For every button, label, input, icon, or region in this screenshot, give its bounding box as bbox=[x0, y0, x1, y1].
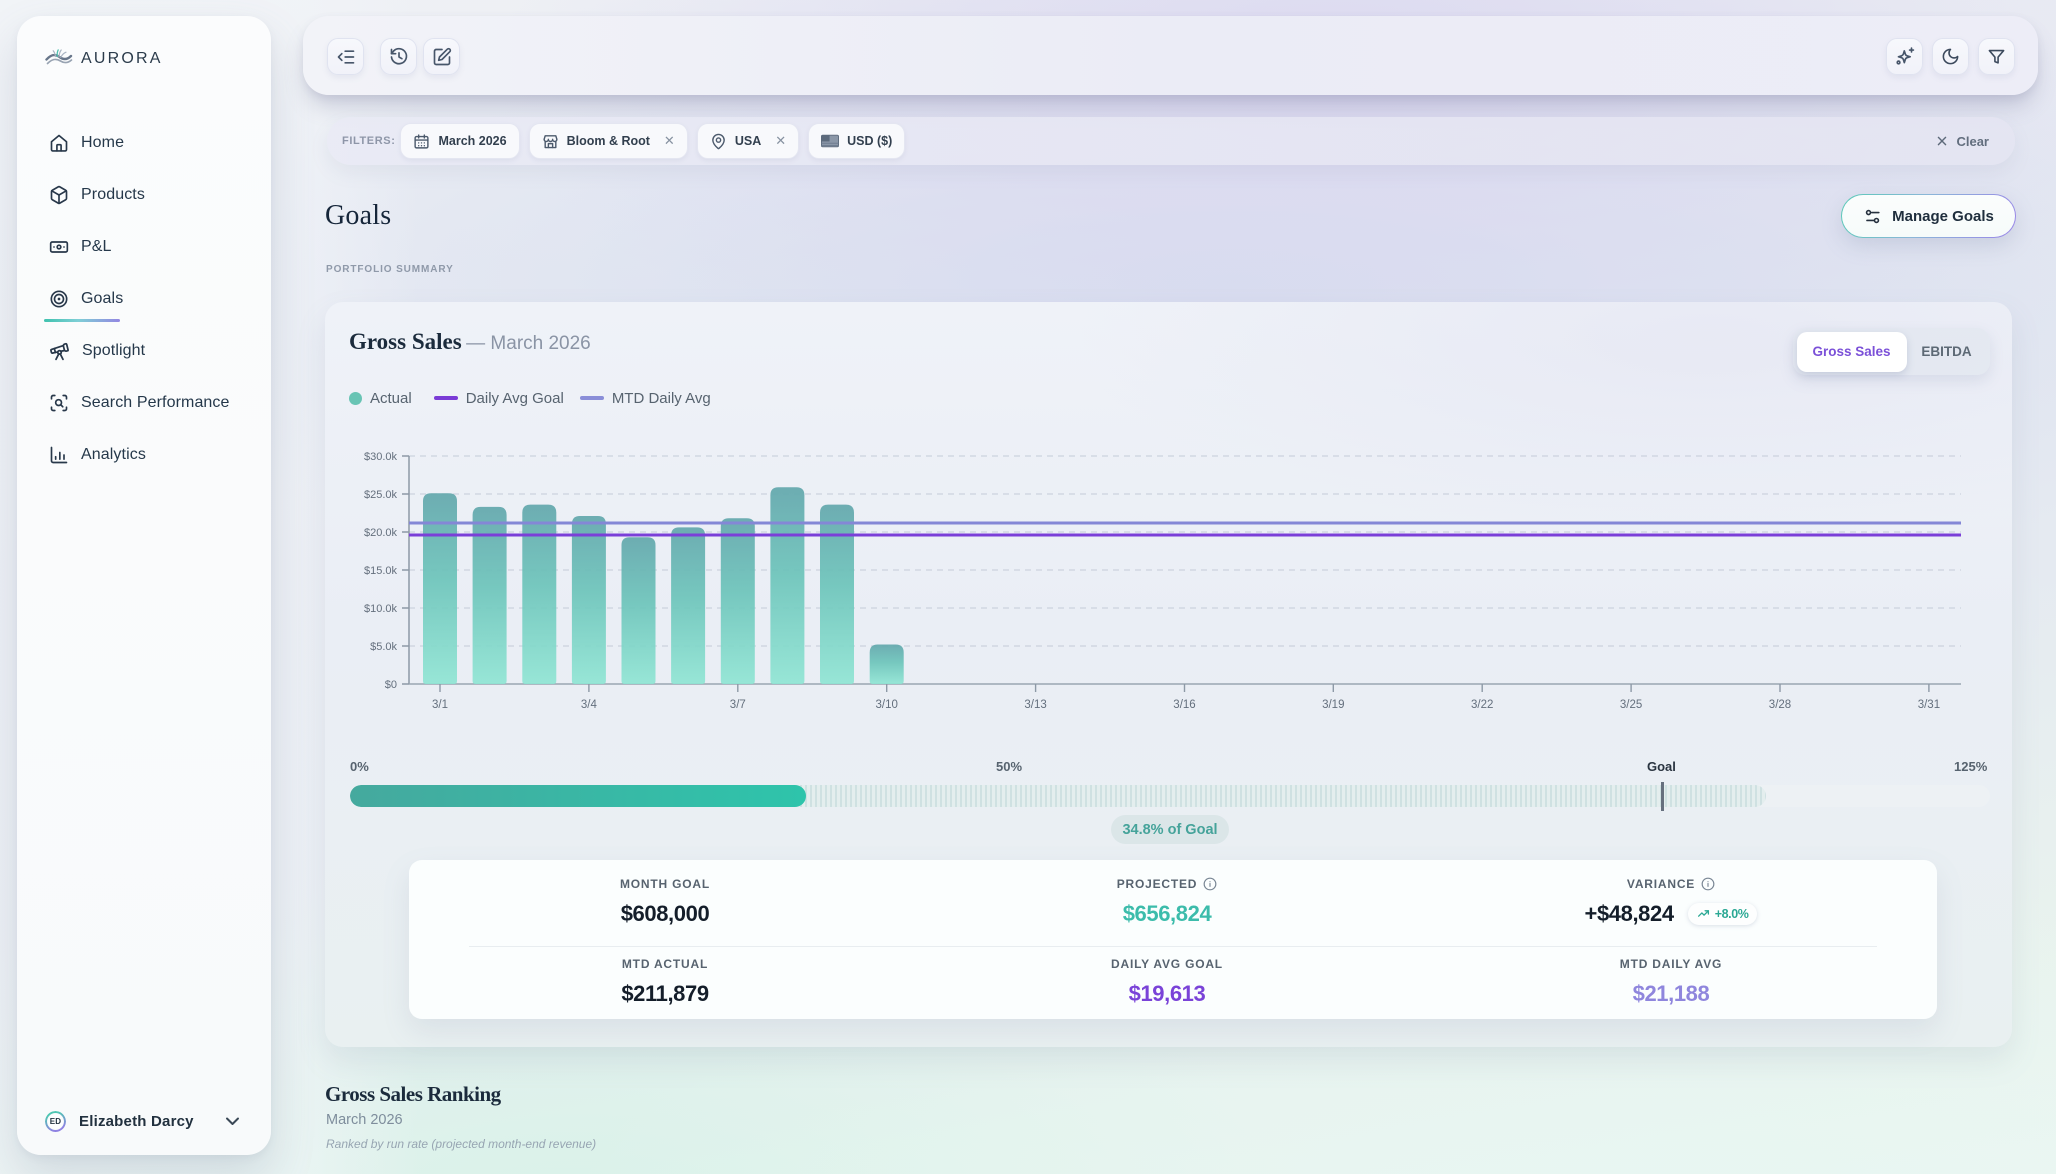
svg-text:3/28: 3/28 bbox=[1769, 699, 1791, 711]
svg-text:3/1: 3/1 bbox=[432, 699, 448, 711]
svg-text:$5.0k: $5.0k bbox=[370, 641, 397, 653]
svg-text:$0: $0 bbox=[385, 679, 397, 691]
svg-text:$30.0k: $30.0k bbox=[364, 451, 398, 463]
svg-text:3/31: 3/31 bbox=[1918, 699, 1940, 711]
svg-text:$25.0k: $25.0k bbox=[364, 489, 398, 501]
svg-text:3/19: 3/19 bbox=[1322, 699, 1344, 711]
svg-text:3/4: 3/4 bbox=[581, 699, 598, 711]
svg-text:$15.0k: $15.0k bbox=[364, 565, 398, 577]
svg-text:$20.0k: $20.0k bbox=[364, 527, 398, 539]
svg-text:$10.0k: $10.0k bbox=[364, 603, 398, 615]
svg-text:3/22: 3/22 bbox=[1471, 699, 1493, 711]
svg-text:3/16: 3/16 bbox=[1173, 699, 1195, 711]
svg-text:3/7: 3/7 bbox=[730, 699, 746, 711]
svg-text:3/25: 3/25 bbox=[1620, 699, 1642, 711]
svg-text:3/13: 3/13 bbox=[1024, 699, 1046, 711]
svg-text:3/10: 3/10 bbox=[876, 699, 898, 711]
